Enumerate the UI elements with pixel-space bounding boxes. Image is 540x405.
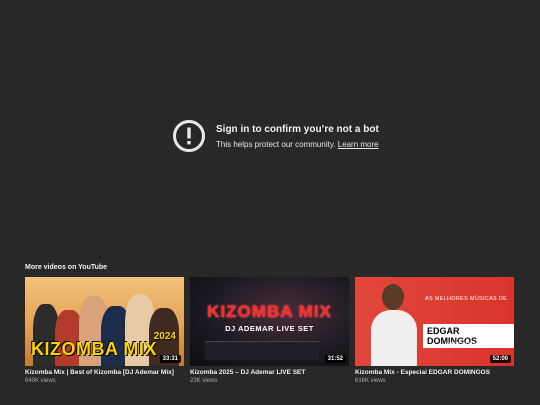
notice-subtitle-text: This helps protect our community.: [216, 139, 336, 149]
thumbnail-year: 2024: [153, 331, 176, 342]
video-duration: 33:31: [159, 355, 181, 363]
learn-more-link[interactable]: Learn more: [338, 140, 379, 149]
dj-deck-graphic: [205, 341, 319, 360]
notice-subtitle: This helps protect our community. Learn …: [216, 140, 379, 149]
thumbnail-subtitle: MIX BY DJ ADEMAR: [445, 341, 488, 346]
video-duration: 52:00: [489, 355, 511, 363]
video-views: 640K views: [25, 378, 56, 384]
bot-check-notice: Sign in to confirm you’re not a bot This…: [172, 119, 379, 153]
video-thumbnail[interactable]: KIZOMBA MIX 2024 33:31: [25, 277, 184, 366]
video-card[interactable]: KIZOMBA MIX DJ ADEMAR LIVE SET 31:52 Kiz…: [190, 277, 349, 384]
video-thumbnail[interactable]: AS MELHORES MÚSICAS DE EDGAR DOMINGOS MI…: [355, 277, 514, 366]
thumbnail-title: KIZOMBA MIX: [207, 302, 332, 321]
video-views: 616K views: [355, 378, 386, 384]
notice-text: Sign in to confirm you’re not a bot This…: [216, 124, 379, 149]
notice-title: Sign in to confirm you’re not a bot: [216, 123, 379, 135]
more-videos-section: More videos on YouTube KIZOMBA MIX 2024 …: [25, 264, 515, 384]
alert-circle-icon: [173, 120, 205, 152]
video-card[interactable]: AS MELHORES MÚSICAS DE EDGAR DOMINGOS MI…: [355, 277, 514, 384]
thumbnail-figure: [371, 310, 417, 366]
thumbnail-figure-head: [382, 284, 404, 310]
video-title[interactable]: Kizomba Mix - Especial EDGAR DOMINGOS: [355, 369, 514, 376]
video-duration: 31:52: [324, 355, 346, 363]
video-list: KIZOMBA MIX 2024 33:31 Kizomba Mix | Bes…: [25, 277, 515, 384]
video-title[interactable]: Kizomba Mix | Best of Kizomba [DJ Ademar…: [25, 369, 184, 376]
video-views: 23K views: [190, 378, 218, 384]
more-videos-heading: More videos on YouTube: [25, 264, 108, 271]
thumbnail-subtitle: DJ ADEMAR LIVE SET: [225, 324, 314, 333]
thumbnail-caption: AS MELHORES MÚSICAS DE: [425, 296, 508, 302]
thumbnail-title: KIZOMBA MIX: [31, 339, 157, 359]
video-thumbnail[interactable]: KIZOMBA MIX DJ ADEMAR LIVE SET 31:52: [190, 277, 349, 366]
video-card[interactable]: KIZOMBA MIX 2024 33:31 Kizomba Mix | Bes…: [25, 277, 184, 384]
video-title[interactable]: Kizomba 2025 – DJ Ademar LIVE SET: [190, 369, 349, 376]
